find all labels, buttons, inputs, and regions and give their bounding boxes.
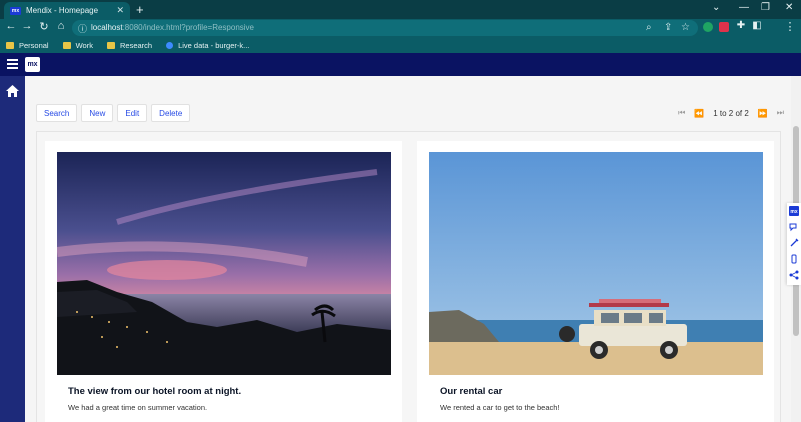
share-nodes-icon[interactable]	[789, 270, 799, 280]
card-title: The view from our hotel room at night.	[68, 386, 242, 397]
site-info-icon[interactable]: ⓘ	[78, 22, 87, 35]
main-content: Search New Edit Delete ⏮ ⏪ 1 to 2 of 2 ⏩…	[25, 76, 791, 422]
minimize-icon[interactable]: —	[739, 2, 749, 13]
side-panel-icon[interactable]: ◧	[750, 20, 764, 31]
tab-title: Mendix - Homepage	[26, 6, 99, 15]
browser-menu-icon[interactable]: ⋮	[783, 20, 797, 33]
card-description: We rented a car to get to the beach!	[440, 403, 560, 412]
bookmark-star-icon[interactable]: ☆	[681, 22, 690, 33]
zoom-icon[interactable]: ⌕	[646, 22, 652, 33]
last-page-icon[interactable]: ⏭	[777, 108, 784, 118]
home-browser-icon[interactable]: ⌂	[54, 20, 68, 32]
next-page-icon[interactable]: ⏩	[758, 109, 768, 118]
forward-icon[interactable]: →	[20, 20, 34, 32]
mendix-app: mx Search New Edit Delete ⏮ ⏪ 1 to 2 of …	[0, 53, 801, 422]
card-image-night-view	[57, 152, 391, 375]
mendix-logo[interactable]: mx	[25, 57, 40, 72]
search-button[interactable]: Search	[36, 104, 78, 122]
list-view: The view from our hotel room at night. W…	[36, 131, 781, 422]
card-description: We had a great time on summer vacation.	[68, 403, 208, 412]
mobile-preview-icon[interactable]	[789, 254, 799, 264]
address-bar[interactable]: ⓘ localhost:8080/index.html?profile=Resp…	[72, 20, 698, 36]
reload-icon[interactable]: ↻	[37, 20, 51, 33]
folder-icon	[6, 41, 14, 49]
home-icon[interactable]	[6, 85, 19, 97]
mendix-dev-toolbar: mx	[787, 203, 801, 285]
new-button[interactable]: New	[81, 104, 114, 122]
new-tab-icon[interactable]: +	[136, 3, 144, 16]
folder-icon	[106, 41, 115, 49]
card-title: Our rental car	[440, 386, 503, 397]
hamburger-menu-icon[interactable]	[7, 59, 18, 69]
share-icon[interactable]: ⇪	[664, 22, 672, 33]
live-data-icon	[166, 41, 174, 49]
browser-tab-strip: mx Mendix - Homepage ✕ + ⌄ — ❐ ✕	[0, 0, 801, 19]
bookmark-personal[interactable]: Personal	[6, 41, 49, 50]
app-top-bar: mx	[0, 53, 801, 76]
extension-green-icon[interactable]	[703, 22, 713, 32]
mendix-favicon-icon: mx	[10, 6, 21, 15]
card-image-rental-car	[429, 152, 763, 375]
pencil-icon[interactable]	[789, 238, 799, 248]
side-navigation	[0, 76, 25, 422]
list-item[interactable]: The view from our hotel room at night. W…	[45, 141, 402, 422]
mendix-tools-icon[interactable]: mx	[789, 206, 799, 216]
extension-red-icon[interactable]	[719, 22, 729, 32]
delete-button[interactable]: Delete	[151, 104, 191, 122]
bookmark-work[interactable]: Work	[62, 41, 93, 50]
list-item[interactable]: Our rental car We rented a car to get to…	[417, 141, 774, 422]
url-text: localhost:8080/index.html?profile=Respon…	[91, 23, 254, 32]
svg-text:mx: mx	[790, 209, 797, 215]
previous-page-icon[interactable]: ⏪	[694, 109, 704, 118]
bookmark-live-data[interactable]: Live data - burger-k...	[166, 41, 249, 50]
first-page-icon[interactable]: ⏮	[678, 108, 685, 118]
bookmark-research[interactable]: Research	[106, 41, 152, 50]
chevron-down-icon[interactable]: ⌄	[712, 2, 720, 13]
feedback-icon[interactable]	[789, 222, 799, 232]
bookmarks-bar: Personal Work Research Live data - burge…	[0, 37, 801, 53]
restore-icon[interactable]: ❐	[761, 2, 770, 13]
edit-button[interactable]: Edit	[117, 104, 148, 122]
back-icon[interactable]: ←	[4, 20, 18, 32]
pager: ⏮ ⏪ 1 to 2 of 2 ⏩ ⏭	[669, 108, 784, 118]
list-toolbar: Search New Edit Delete	[36, 104, 194, 122]
browser-toolbar: ← → ↻ ⌂ ⓘ localhost:8080/index.html?prof…	[0, 19, 801, 37]
extensions-puzzle-icon[interactable]: ✚	[734, 20, 748, 31]
folder-icon	[62, 41, 71, 49]
close-window-icon[interactable]: ✕	[785, 2, 793, 13]
browser-tab[interactable]: mx Mendix - Homepage ✕	[4, 2, 130, 19]
pager-label: 1 to 2 of 2	[713, 108, 749, 118]
close-tab-icon[interactable]: ✕	[116, 5, 124, 16]
